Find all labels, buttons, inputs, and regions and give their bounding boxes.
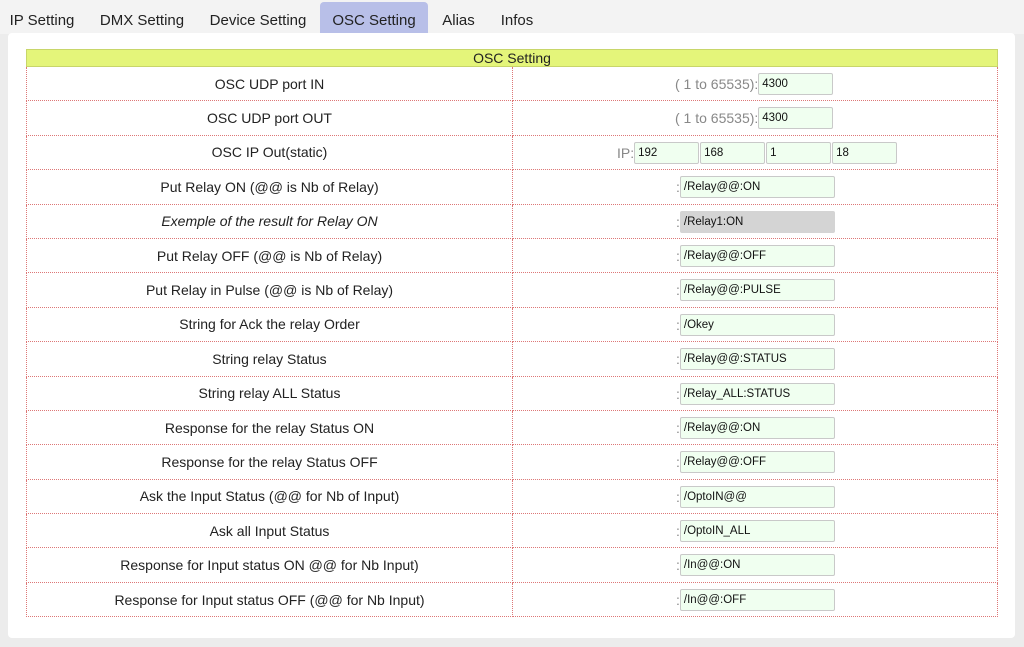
tab-alias[interactable]: Alias (433, 2, 484, 33)
ip-octet-3-input[interactable]: 1 (766, 141, 832, 164)
port-range-hint: ( 1 to 65535): (675, 110, 759, 127)
row-label: Response for the relay Status ON (26, 409, 513, 446)
relay-on-example-field: /Relay1:ON (679, 210, 835, 233)
relay-ack-input[interactable]: /Okey (679, 313, 835, 336)
relay-status-on-input[interactable]: /Relay@@:ON (679, 416, 835, 439)
relay-status-off-input[interactable]: /Relay@@:OFF (679, 451, 835, 474)
row-label: String relay Status (26, 341, 513, 377)
row-label: Exemple of the result for Relay ON (26, 203, 513, 239)
row-field: :/OptoIN_ALL (512, 513, 998, 549)
tab-dmx-setting[interactable]: DMX Setting (92, 2, 192, 33)
row-label: Ask all Input Status (26, 513, 513, 549)
table-row: Response for Input status ON @@ for Nb I… (26, 547, 998, 583)
ip-octet-2-input[interactable]: 168 (700, 141, 766, 164)
row-field: :/Relay@@:PULSE (512, 272, 998, 308)
row-field: :/Relay@@:ON (512, 409, 998, 446)
row-label: Response for the relay Status OFF (26, 444, 513, 480)
row-field: :/Relay@@:OFF (512, 237, 998, 274)
input-status-on-input[interactable]: /In@@:ON (679, 554, 835, 577)
row-label: Response for Input status ON @@ for Nb I… (26, 547, 513, 583)
table-row: OSC IP Out(static) IP: 192 168 1 18 (26, 134, 998, 171)
relay-all-status-input[interactable]: /Relay_ALL:STATUS (679, 382, 835, 405)
row-label: Put Relay OFF (@@ is Nb of Relay) (26, 237, 513, 274)
table-row: Ask the Input Status (@@ for Nb of Input… (26, 478, 998, 515)
osc-settings-table: OSC Setting OSC UDP port IN ( 1 to 65535… (26, 49, 998, 618)
row-field: :/OptoIN@@ (512, 478, 998, 515)
input-status-off-input[interactable]: /In@@:OFF (679, 588, 835, 611)
table-row: Response for the relay Status OFF :/Rela… (26, 444, 998, 480)
row-field: IP: 192 168 1 18 (512, 134, 998, 171)
row-label: Ask the Input Status (@@ for Nb of Input… (26, 478, 513, 515)
osc-port-out-input[interactable]: 4300 (758, 107, 834, 130)
input-status-input[interactable]: /OptoIN@@ (679, 485, 835, 508)
row-label: OSC UDP port IN (26, 65, 513, 102)
tab-ip-setting[interactable]: IP Setting (0, 2, 84, 33)
table-row: Response for Input status OFF (@@ for Nb… (26, 581, 998, 618)
row-label: OSC UDP port OUT (26, 100, 513, 136)
ip-prefix: IP: (617, 144, 635, 161)
row-label: String for Ack the relay Order (26, 306, 513, 343)
row-label: Response for Input status OFF (@@ for Nb… (26, 581, 513, 618)
osc-port-in-input[interactable]: 4300 (758, 73, 834, 95)
relay-status-input[interactable]: /Relay@@:STATUS (679, 348, 835, 371)
table-row: OSC UDP port OUT ( 1 to 65535): 4300 (26, 100, 998, 136)
table-row: String for Ack the relay Order :/Okey (26, 306, 998, 343)
row-field: :/Relay@@:ON (512, 169, 998, 205)
tab-osc-setting[interactable]: OSC Setting (320, 2, 428, 33)
relay-off-input[interactable]: /Relay@@:OFF (679, 244, 835, 267)
row-label: OSC IP Out(static) (26, 134, 513, 171)
port-range-hint: ( 1 to 65535): (675, 76, 759, 92)
row-field: :/Relay@@:OFF (512, 444, 998, 480)
table-row: Put Relay in Pulse (@@ is Nb of Relay) :… (26, 272, 998, 308)
ip-octet-1-input[interactable]: 192 (634, 141, 700, 164)
row-field: :/Relay1:ON (512, 203, 998, 239)
table-row: Put Relay ON (@@ is Nb of Relay) :/Relay… (26, 169, 998, 205)
row-field: :/Relay_ALL:STATUS (512, 375, 998, 411)
settings-panel: OSC Setting OSC UDP port IN ( 1 to 65535… (8, 33, 1015, 638)
table-row: String relay Status :/Relay@@:STATUS (26, 341, 998, 377)
relay-on-input[interactable]: /Relay@@:ON (679, 176, 835, 199)
input-all-status-input[interactable]: /OptoIN_ALL (679, 520, 835, 543)
table-row: Put Relay OFF (@@ is Nb of Relay) :/Rela… (26, 237, 998, 274)
row-field: :/In@@:ON (512, 547, 998, 583)
table-row: Response for the relay Status ON :/Relay… (26, 409, 998, 446)
row-field: ( 1 to 65535): 4300 (512, 65, 998, 102)
tab-infos[interactable]: Infos (492, 2, 542, 33)
table-row: Ask all Input Status :/OptoIN_ALL (26, 513, 998, 549)
row-field: :/Relay@@:STATUS (512, 341, 998, 377)
row-field: ( 1 to 65535): 4300 (512, 100, 998, 136)
table-header: OSC Setting (26, 49, 998, 67)
relay-pulse-input[interactable]: /Relay@@:PULSE (679, 279, 835, 302)
row-label: Put Relay in Pulse (@@ is Nb of Relay) (26, 272, 513, 308)
row-field: :/Okey (512, 306, 998, 343)
tab-device-setting[interactable]: Device Setting (200, 2, 316, 33)
ip-octet-4-input[interactable]: 18 (832, 141, 898, 164)
table-row: OSC UDP port IN ( 1 to 65535): 4300 (26, 65, 998, 102)
row-label: Put Relay ON (@@ is Nb of Relay) (26, 169, 513, 205)
row-label: String relay ALL Status (26, 375, 513, 411)
table-row: String relay ALL Status :/Relay_ALL:STAT… (26, 375, 998, 411)
tab-bar: IP Setting DMX Setting Device Setting OS… (0, 0, 1024, 34)
table-row: Exemple of the result for Relay ON :/Rel… (26, 203, 998, 239)
row-field: :/In@@:OFF (512, 581, 998, 618)
